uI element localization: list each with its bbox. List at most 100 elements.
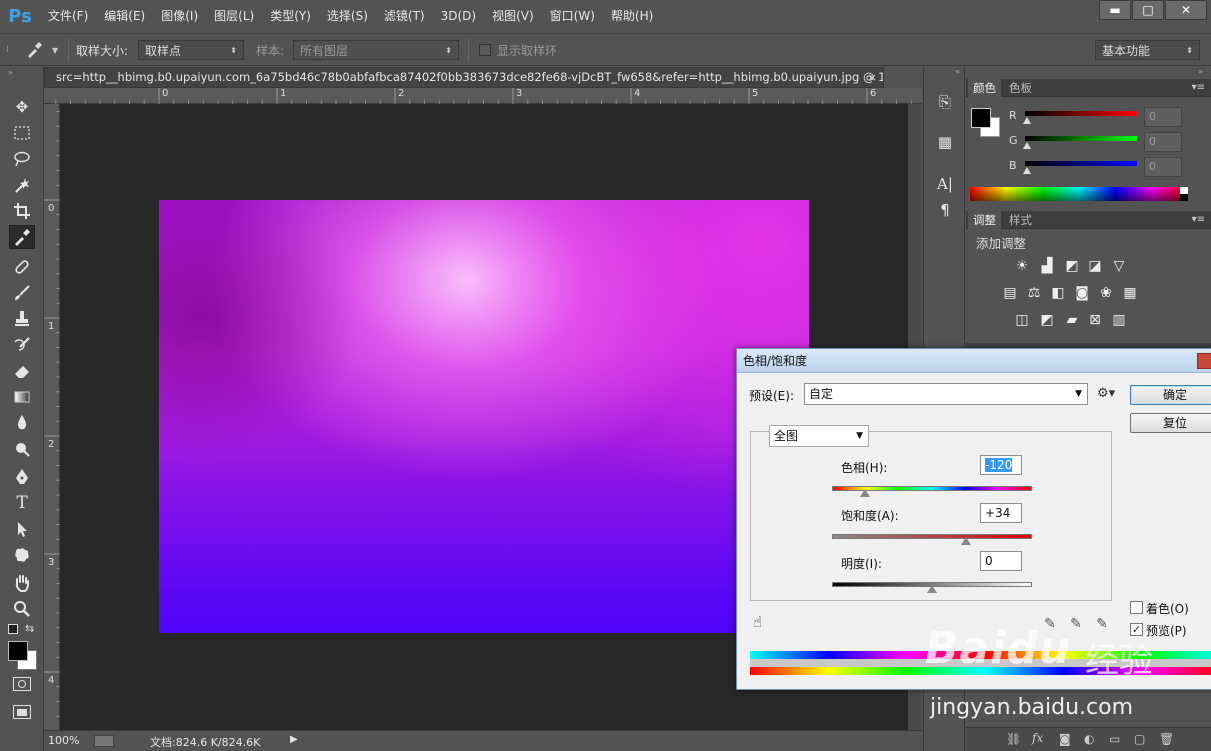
marquee-icon[interactable]: [9, 121, 35, 145]
magic-wand-icon[interactable]: [9, 173, 35, 197]
maximize-button[interactable]: □: [1132, 0, 1164, 20]
tab-swatches[interactable]: 色板: [1004, 79, 1037, 97]
tab-adjustments[interactable]: 调整: [968, 211, 1001, 229]
new-group-icon[interactable]: ▭: [1109, 732, 1120, 746]
screen-mode-icon[interactable]: [13, 705, 31, 719]
zoom-level[interactable]: 100%: [48, 734, 79, 747]
tab-styles[interactable]: 样式: [1004, 211, 1037, 229]
history-panel-icon[interactable]: ⎘: [934, 91, 956, 113]
threshold-icon[interactable]: ▰: [1063, 312, 1081, 328]
posterize-icon[interactable]: ◩: [1038, 312, 1056, 328]
crop-icon[interactable]: [9, 199, 35, 223]
minimize-button[interactable]: ▬: [1099, 0, 1131, 20]
gear-icon[interactable]: ⚙▾: [1097, 386, 1115, 401]
range-select[interactable]: 全图 ▼: [769, 425, 869, 447]
panel-menu-icon[interactable]: ▾≡: [1192, 211, 1205, 229]
eyedropper-tool[interactable]: [9, 225, 35, 249]
eyedropper-plus-icon[interactable]: ✎: [1067, 615, 1085, 633]
exposure-icon[interactable]: ◪: [1086, 258, 1104, 274]
move-icon[interactable]: ✥: [9, 95, 35, 119]
sample-size-select[interactable]: 取样点 ⬍: [138, 40, 244, 60]
add-mask-icon[interactable]: ◙: [1059, 732, 1071, 746]
channel-value-input[interactable]: 0: [1144, 157, 1182, 177]
channel-value-input[interactable]: 0: [1144, 132, 1182, 152]
swap-colors-icon[interactable]: ⇆: [25, 622, 34, 635]
tab-color[interactable]: 颜色: [968, 79, 1001, 97]
color-balance-icon[interactable]: ⚖: [1025, 285, 1043, 301]
foreground-color-swatch[interactable]: [971, 108, 991, 128]
dialog-titlebar[interactable]: 色相/饱和度: [737, 349, 1211, 373]
foreground-color-swatch[interactable]: [8, 641, 28, 661]
menu-item[interactable]: 类型(Y): [262, 0, 319, 33]
lightness-slider-thumb[interactable]: [927, 585, 937, 593]
shape-icon[interactable]: [9, 543, 35, 567]
hue-saturation-icon[interactable]: ▤: [1001, 285, 1019, 301]
color-ramp[interactable]: [970, 187, 1188, 201]
close-tab-icon[interactable]: ×: [868, 68, 877, 87]
channel-slider-thumb[interactable]: [1023, 167, 1031, 174]
quick-mask-icon[interactable]: [13, 677, 31, 691]
gradient-icon[interactable]: [9, 385, 35, 409]
hand-icon[interactable]: [9, 571, 35, 595]
document-image[interactable]: [159, 200, 809, 633]
invert-icon[interactable]: ◫: [1013, 312, 1031, 328]
menu-item[interactable]: 窗口(W): [542, 0, 603, 33]
dialog-close-button[interactable]: [1197, 353, 1211, 369]
panel-menu-icon[interactable]: ▾≡: [1192, 79, 1205, 97]
channel-slider[interactable]: [1025, 161, 1137, 166]
collapse-icon[interactable]: «: [924, 67, 964, 77]
clone-stamp-icon[interactable]: [9, 307, 35, 331]
character-panel-icon[interactable]: A|: [934, 173, 956, 195]
reset-button[interactable]: 复位: [1130, 413, 1211, 433]
workspace-select[interactable]: 基本功能 ⬍: [1095, 40, 1200, 60]
zoom-icon[interactable]: [9, 597, 35, 621]
delete-layer-icon[interactable]: 🗑: [1159, 732, 1174, 746]
dodge-icon[interactable]: [9, 437, 35, 461]
menu-item[interactable]: 3D(D): [433, 0, 484, 33]
menu-item[interactable]: 编辑(E): [96, 0, 153, 33]
hue-slider-thumb[interactable]: [860, 489, 871, 497]
hue-input[interactable]: -120: [980, 455, 1022, 475]
menu-item[interactable]: 图像(I): [153, 0, 206, 33]
menu-item[interactable]: 视图(V): [484, 0, 542, 33]
history-brush-icon[interactable]: [9, 333, 35, 357]
sample-select[interactable]: 所有图层 ⬍: [293, 40, 459, 60]
menu-item[interactable]: 图层(L): [206, 0, 262, 33]
photo-filter-icon[interactable]: ◙: [1073, 285, 1091, 301]
status-menu-arrow-icon[interactable]: ▶: [290, 734, 298, 745]
preview-checkbox[interactable]: ✓: [1130, 623, 1143, 636]
saturation-slider-thumb[interactable]: [961, 537, 971, 545]
collapse-icon[interactable]: »: [966, 67, 1211, 77]
lasso-icon[interactable]: [9, 147, 35, 171]
gradient-map-icon[interactable]: ▥: [1110, 312, 1128, 328]
close-button[interactable]: ✕: [1165, 0, 1207, 20]
new-layer-icon[interactable]: ▢: [1134, 732, 1145, 746]
path-selection-icon[interactable]: [9, 517, 35, 541]
collapse-icon[interactable]: »: [0, 67, 43, 79]
paragraph-panel-icon[interactable]: ¶: [934, 199, 956, 221]
menu-item[interactable]: 选择(S): [319, 0, 376, 33]
channel-slider[interactable]: [1025, 111, 1137, 116]
channel-slider[interactable]: [1025, 136, 1137, 141]
properties-panel-icon[interactable]: ▦: [934, 131, 956, 153]
new-adjustment-icon[interactable]: ◐: [1084, 732, 1094, 746]
menu-item[interactable]: 帮助(H): [603, 0, 661, 33]
show-ring-checkbox[interactable]: [479, 44, 491, 56]
pen-icon[interactable]: [9, 465, 35, 489]
saturation-input[interactable]: +34: [980, 503, 1022, 523]
channel-slider-thumb[interactable]: [1023, 117, 1031, 124]
brush-icon[interactable]: [9, 281, 35, 305]
healing-brush-icon[interactable]: [9, 255, 35, 279]
link-layers-icon[interactable]: ⛓: [1006, 732, 1021, 746]
selective-color-icon[interactable]: ⊠: [1086, 312, 1104, 328]
eraser-icon[interactable]: [9, 359, 35, 383]
fx-icon[interactable]: fx: [1032, 731, 1043, 745]
document-tab[interactable]: src=http__hbimg.b0.upaiyun.com_6a75bd46c…: [44, 67, 884, 88]
blur-icon[interactable]: [9, 411, 35, 435]
channel-mixer-icon[interactable]: ❀: [1097, 285, 1115, 301]
colorize-checkbox[interactable]: [1130, 601, 1143, 614]
black-white-icon[interactable]: ◧: [1049, 285, 1067, 301]
channel-slider-thumb[interactable]: [1023, 142, 1031, 149]
vibrance-icon[interactable]: ▽: [1110, 258, 1128, 274]
levels-icon[interactable]: ▟: [1038, 258, 1056, 274]
